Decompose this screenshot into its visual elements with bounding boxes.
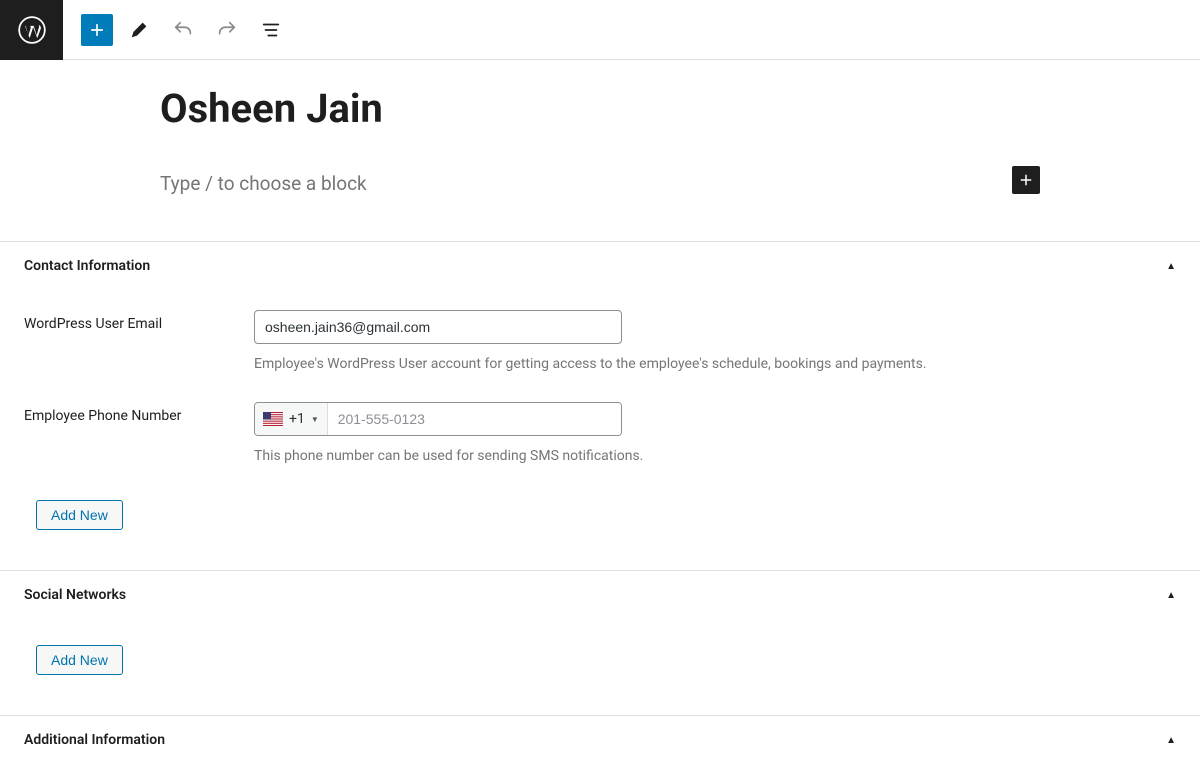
details-button[interactable] — [253, 12, 289, 48]
page-title[interactable]: Osheen Jain — [160, 85, 1040, 132]
add-block-button[interactable] — [81, 14, 113, 46]
toolbar-buttons — [63, 12, 289, 48]
phone-help-text: This phone number can be used for sendin… — [254, 448, 1176, 464]
social-networks-header[interactable]: Social Networks ▲ — [0, 570, 1200, 619]
phone-field-content: +1 ▼ This phone number can be used for s… — [254, 402, 1176, 464]
editor-content-area: Osheen Jain Type / to choose a block — [0, 60, 1200, 195]
us-flag-icon — [263, 412, 283, 426]
undo-button[interactable] — [165, 12, 201, 48]
collapse-icon: ▲ — [1166, 590, 1176, 601]
pencil-icon — [128, 19, 150, 41]
additional-information-header[interactable]: Additional Information ▲ — [0, 715, 1200, 764]
email-field-content: Employee's WordPress User account for ge… — [254, 310, 1176, 372]
list-icon — [260, 19, 282, 41]
collapse-icon: ▲ — [1166, 735, 1176, 746]
contact-information-header[interactable]: Contact Information ▲ — [0, 241, 1200, 290]
email-field-row: WordPress User Email Employee's WordPres… — [24, 310, 1176, 372]
phone-input[interactable] — [328, 403, 621, 435]
plus-icon — [87, 20, 107, 40]
contact-add-new-button[interactable]: Add New — [36, 500, 123, 530]
wordpress-logo[interactable] — [0, 0, 63, 60]
section-title: Social Networks — [24, 587, 126, 603]
contact-information-body: WordPress User Email Employee's WordPres… — [0, 290, 1200, 570]
wordpress-icon — [18, 16, 46, 44]
social-add-new-button[interactable]: Add New — [36, 645, 123, 675]
inline-add-block-button[interactable] — [1012, 166, 1040, 194]
dial-code: +1 — [289, 411, 305, 427]
email-help-text: Employee's WordPress User account for ge… — [254, 356, 1176, 372]
block-placeholder-text: Type / to choose a block — [160, 172, 367, 195]
plus-icon — [1017, 171, 1035, 189]
section-title: Contact Information — [24, 258, 150, 274]
undo-icon — [172, 19, 194, 41]
social-networks-body: Add New — [0, 619, 1200, 715]
edit-button[interactable] — [121, 12, 157, 48]
editor-toolbar — [0, 0, 1200, 60]
redo-button[interactable] — [209, 12, 245, 48]
phone-label: Employee Phone Number — [24, 402, 254, 464]
collapse-icon: ▲ — [1166, 261, 1176, 272]
email-label: WordPress User Email — [24, 310, 254, 372]
phone-country-selector[interactable]: +1 ▼ — [255, 403, 328, 435]
phone-input-wrapper: +1 ▼ — [254, 402, 622, 436]
phone-field-row: Employee Phone Number +1 ▼ — [24, 402, 1176, 464]
block-placeholder[interactable]: Type / to choose a block — [160, 172, 1040, 195]
email-input[interactable] — [254, 310, 622, 344]
redo-icon — [216, 19, 238, 41]
caret-down-icon: ▼ — [311, 415, 319, 424]
